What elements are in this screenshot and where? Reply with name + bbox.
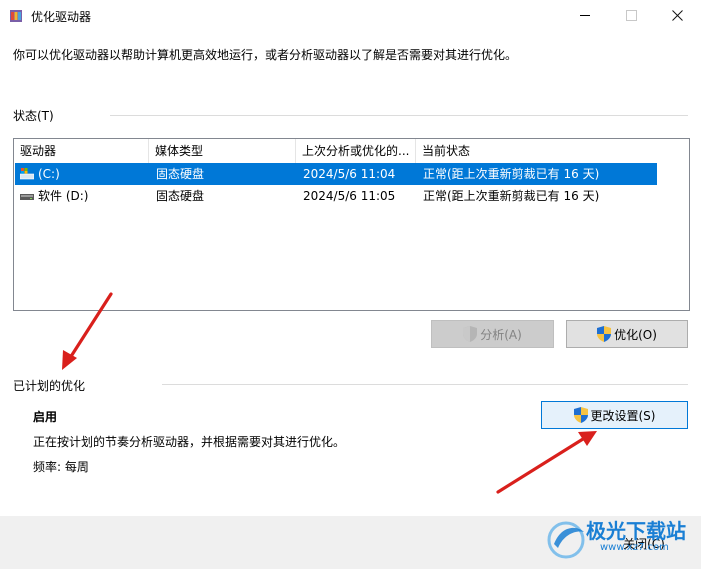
annotation-arrow-change-settings [496,431,597,494]
drive-name: (C:) [38,167,60,181]
drive-list[interactable]: 驱动器 媒体类型 上次分析或优化的... 当前状态 (C:) 固态硬盘 2024… [13,138,690,311]
drive-list-header: 驱动器 媒体类型 上次分析或优化的... 当前状态 [14,139,689,163]
title-bar: 优化驱动器 [0,0,701,32]
close-icon [671,9,683,21]
optimize-drives-window: 优化驱动器 你可以优化驱动器以帮助计算机更高效地运行，或者分析驱动器以了解是否需… [0,0,701,569]
close-window-button[interactable] [654,0,700,30]
optimize-button[interactable]: 优化(O) [566,320,688,348]
status-group-divider [110,115,688,116]
analyze-button-label: 分析(A) [480,327,522,342]
drive-row-d[interactable]: 软件 (D:) 固态硬盘 2024/5/6 11:05 正常(距上次重新剪裁已有… [15,185,657,207]
uac-shield-icon [463,326,478,342]
schedule-frequency: 频率: 每周 [33,460,89,474]
watermark-name: 极光下载站 [586,519,686,543]
defrag-app-icon [10,10,22,22]
media-type: 固态硬盘 [156,167,205,181]
minimize-icon [580,14,590,16]
maximize-icon [625,9,637,21]
status-group-label: 状态(T) [13,109,54,123]
current-status: 正常(距上次重新剪裁已有 16 天) [423,189,600,203]
drive-name: 软件 (D:) [38,189,89,203]
last-run: 2024/5/6 11:04 [303,167,396,181]
change-settings-button-label: 更改设置(S) [590,408,656,423]
watermark-url: www.xz7.com [600,542,669,553]
schedule-status: 启用 [33,410,58,424]
minimize-button[interactable] [562,0,608,30]
window-description: 你可以优化驱动器以帮助计算机更高效地运行，或者分析驱动器以了解是否需要对其进行优… [13,48,518,62]
drive-row-c[interactable]: (C:) 固态硬盘 2024/5/6 11:04 正常(距上次重新剪裁已有 16… [15,163,657,185]
analyze-button[interactable]: 分析(A) [431,320,554,348]
uac-shield-icon [597,326,612,342]
schedule-group-divider [162,384,688,385]
column-header-last-run[interactable]: 上次分析或优化的... [296,139,416,163]
current-status: 正常(距上次重新剪裁已有 16 天) [423,167,600,181]
system-drive-icon [20,168,34,180]
uac-shield-icon [573,407,588,423]
schedule-group-label: 已计划的优化 [13,379,86,393]
maximize-button[interactable] [608,0,654,30]
change-settings-button[interactable]: 更改设置(S) [541,401,688,429]
last-run: 2024/5/6 11:05 [303,189,396,203]
schedule-description: 正在按计划的节奏分析驱动器，并根据需要对其进行优化。 [33,435,346,449]
window-title: 优化驱动器 [31,10,92,24]
column-header-media-type[interactable]: 媒体类型 [149,139,296,163]
optimize-button-label: 优化(O) [614,327,657,342]
column-header-drive[interactable]: 驱动器 [14,139,149,163]
media-type: 固态硬盘 [156,189,205,203]
column-header-current-status[interactable]: 当前状态 [416,139,657,163]
hard-drive-icon [20,194,34,200]
